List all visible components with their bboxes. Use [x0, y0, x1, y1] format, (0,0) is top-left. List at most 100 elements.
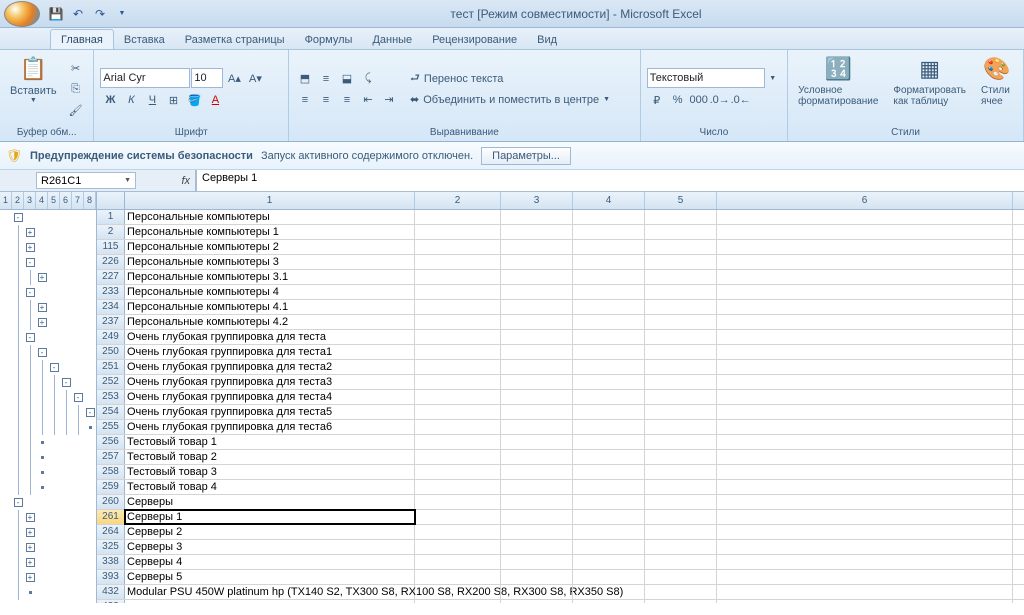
cell[interactable] — [717, 465, 1013, 479]
cell[interactable] — [573, 360, 645, 374]
cell[interactable] — [645, 570, 717, 584]
cell[interactable]: Персональные компьютеры 4.2 — [125, 315, 415, 329]
column-header[interactable]: 1 — [125, 192, 415, 209]
cell[interactable] — [415, 255, 501, 269]
cell[interactable] — [573, 330, 645, 344]
cell[interactable] — [717, 525, 1013, 539]
cell[interactable] — [645, 405, 717, 419]
fill-color-icon[interactable]: 🪣 — [184, 90, 204, 110]
cell[interactable] — [645, 285, 717, 299]
cell[interactable]: Персональные компьютеры 4.1 — [125, 300, 415, 314]
cell[interactable]: Персональные компьютеры 4 — [125, 285, 415, 299]
select-all-corner[interactable] — [97, 192, 125, 209]
cell[interactable] — [415, 465, 501, 479]
outline-level-6[interactable]: 6 — [60, 192, 72, 209]
cell[interactable] — [717, 480, 1013, 494]
cell[interactable] — [501, 225, 573, 239]
cell[interactable] — [717, 240, 1013, 254]
row-header[interactable]: 227 — [97, 270, 125, 284]
cell[interactable]: Серверы 3 — [125, 540, 415, 554]
tab-formulas[interactable]: Формулы — [295, 30, 363, 49]
cell[interactable] — [501, 495, 573, 509]
cell[interactable] — [645, 210, 717, 224]
cell[interactable] — [573, 540, 645, 554]
cell[interactable] — [573, 510, 645, 524]
cell[interactable] — [501, 210, 573, 224]
outline-level-3[interactable]: 3 — [24, 192, 36, 209]
cell[interactable]: Modular PSU 450W platinum hp (TX140 S2, … — [125, 585, 415, 599]
cell[interactable] — [645, 555, 717, 569]
align-left-icon[interactable]: ≡ — [295, 90, 315, 110]
collapse-icon[interactable]: - — [86, 408, 95, 417]
cell[interactable] — [645, 480, 717, 494]
cell[interactable] — [645, 300, 717, 314]
cell[interactable] — [501, 390, 573, 404]
row-header[interactable]: 260 — [97, 495, 125, 509]
merge-center-button[interactable]: ⬌Объединить и поместить в центре▼ — [406, 90, 614, 110]
cell[interactable] — [415, 555, 501, 569]
cell[interactable] — [501, 345, 573, 359]
cell[interactable] — [717, 375, 1013, 389]
cell[interactable] — [573, 420, 645, 434]
cell[interactable] — [717, 555, 1013, 569]
cell[interactable] — [717, 585, 1013, 599]
column-header[interactable]: 3 — [501, 192, 573, 209]
row-header[interactable]: 253 — [97, 390, 125, 404]
font-size-select[interactable] — [191, 68, 223, 88]
row-header[interactable]: 255 — [97, 420, 125, 434]
fx-icon[interactable]: fx — [136, 170, 196, 191]
increase-decimal-icon[interactable]: .0→ — [710, 90, 730, 110]
cell[interactable] — [717, 510, 1013, 524]
cell[interactable] — [415, 390, 501, 404]
cell[interactable] — [645, 315, 717, 329]
cell[interactable] — [717, 540, 1013, 554]
expand-icon[interactable]: + — [26, 228, 35, 237]
outline-level-8[interactable]: 8 — [84, 192, 96, 209]
tab-view[interactable]: Вид — [527, 30, 567, 49]
formula-input[interactable]: Серверы 1 — [196, 170, 1024, 191]
tab-layout[interactable]: Разметка страницы — [175, 30, 295, 49]
align-bottom-icon[interactable]: ⬓ — [337, 69, 357, 89]
column-header[interactable]: 6 — [717, 192, 1013, 209]
row-header[interactable]: 393 — [97, 570, 125, 584]
row-header[interactable]: 254 — [97, 405, 125, 419]
cell[interactable] — [501, 240, 573, 254]
cell[interactable] — [717, 255, 1013, 269]
cell[interactable]: Персональные компьютеры 2 — [125, 240, 415, 254]
cell[interactable] — [717, 345, 1013, 359]
tab-home[interactable]: Главная — [50, 29, 114, 49]
format-painter-icon[interactable]: 🖌 — [66, 100, 86, 120]
cell[interactable]: Серверы 4 — [125, 555, 415, 569]
cell[interactable] — [645, 360, 717, 374]
cell[interactable] — [501, 285, 573, 299]
percent-icon[interactable]: % — [668, 90, 688, 110]
cell[interactable] — [717, 315, 1013, 329]
cell[interactable] — [415, 585, 501, 599]
collapse-icon[interactable]: - — [50, 363, 59, 372]
cell[interactable] — [501, 585, 573, 599]
row-header[interactable]: 259 — [97, 480, 125, 494]
cell[interactable] — [573, 390, 645, 404]
row-header[interactable]: 1 — [97, 210, 125, 224]
cell[interactable]: Персональные компьютеры 1 — [125, 225, 415, 239]
cell[interactable] — [501, 270, 573, 284]
cell[interactable] — [645, 240, 717, 254]
cell[interactable] — [415, 330, 501, 344]
cell[interactable]: Очень глубокая группировка для теста1 — [125, 345, 415, 359]
row-header[interactable]: 233 — [97, 285, 125, 299]
row-header[interactable]: 258 — [97, 465, 125, 479]
collapse-icon[interactable]: - — [74, 393, 83, 402]
cell[interactable] — [717, 570, 1013, 584]
cell[interactable] — [645, 390, 717, 404]
cell[interactable]: Персональные компьютеры 3 — [125, 255, 415, 269]
row-header[interactable]: 325 — [97, 540, 125, 554]
cell[interactable] — [573, 300, 645, 314]
cell-styles-button[interactable]: 🎨 Стили ячее — [975, 52, 1019, 126]
expand-icon[interactable]: + — [26, 573, 35, 582]
cell[interactable] — [717, 360, 1013, 374]
align-top-icon[interactable]: ⬒ — [295, 69, 315, 89]
cell[interactable] — [415, 285, 501, 299]
cell[interactable] — [573, 465, 645, 479]
cut-icon[interactable]: ✂ — [66, 58, 86, 78]
cell[interactable] — [573, 240, 645, 254]
